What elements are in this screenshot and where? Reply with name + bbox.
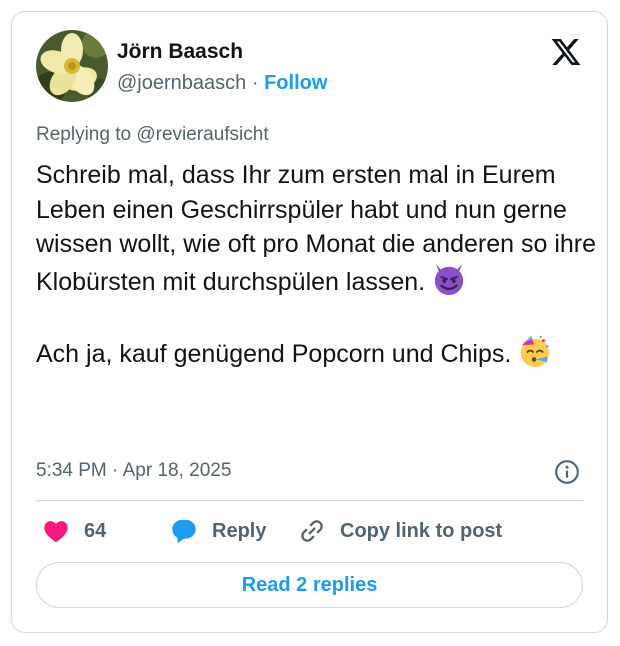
read-replies-button[interactable]: Read 2 replies [36, 562, 583, 608]
x-logo-icon[interactable] [550, 36, 582, 68]
tweet-paragraph-2: Ach ja, kauf genügend Popcorn und Chips. [36, 334, 596, 372]
partying-face-icon [521, 335, 550, 367]
separator-dot: · [251, 72, 259, 94]
timestamp[interactable]: 5:34 PM · Apr 18, 2025 [36, 460, 231, 482]
copy-link-label: Copy link to post [340, 519, 503, 542]
follow-button[interactable]: Follow [264, 72, 327, 94]
reply-label: Reply [212, 519, 267, 542]
link-icon [301, 520, 323, 542]
heart-icon [44, 521, 68, 543]
flower-avatar-image [36, 30, 108, 102]
tweet-paragraph-1: Schreib mal, dass Ihr zum ersten mal in … [36, 158, 596, 299]
replying-to-label[interactable]: Replying to @revieraufsicht [36, 124, 269, 146]
tweet-card: Jörn Baasch @joernbaasch · Follow Replyi… [11, 11, 608, 633]
read-replies-label: Read 2 replies [241, 573, 378, 596]
like-button[interactable]: 64 [42, 517, 106, 545]
tweet-text: Schreib mal, dass Ihr zum ersten mal in … [36, 158, 596, 371]
copy-link-button[interactable]: Copy link to post [298, 517, 502, 545]
tweet-paragraph-2-text: Ach ja, kauf genügend Popcorn und Chips. [36, 339, 512, 368]
avatar[interactable] [36, 30, 108, 102]
info-icon[interactable] [554, 459, 580, 485]
author-name[interactable]: Jörn Baasch [117, 40, 243, 64]
like-count: 64 [84, 519, 107, 542]
author-handle-row: @joernbaasch · Follow [117, 72, 327, 95]
author-handle[interactable]: @joernbaasch [117, 72, 246, 94]
divider [36, 500, 583, 501]
tweet-paragraph-1-text: Schreib mal, dass Ihr zum ersten mal in … [36, 161, 597, 296]
reply-bubble-icon [172, 519, 196, 544]
smiling-face-with-horns-icon [434, 263, 464, 295]
reply-button[interactable]: Reply [170, 517, 266, 545]
